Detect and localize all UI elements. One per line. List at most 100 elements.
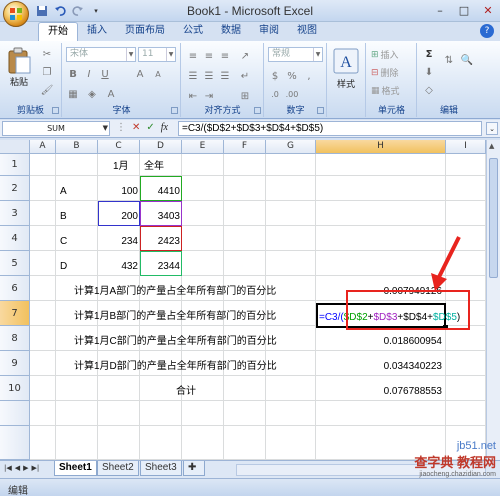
row-header-6[interactable]: 6	[0, 276, 30, 301]
fill-icon[interactable]: ⬇	[422, 65, 436, 79]
cancel-formula-icon[interactable]: ✕	[132, 122, 140, 133]
increase-indent-icon[interactable]: ⇥	[202, 89, 216, 103]
copy-icon[interactable]: ❐	[40, 65, 54, 79]
enter-formula-icon[interactable]: ✓	[146, 122, 154, 133]
decrease-font-icon[interactable]: A	[151, 67, 165, 81]
align-middle-icon[interactable]: ≡	[202, 49, 216, 63]
next-sheet-icon[interactable]: ▶	[23, 464, 28, 472]
decrease-indent-icon[interactable]: ⇤	[186, 89, 200, 103]
cell-b2[interactable]: A	[60, 186, 67, 198]
delete-cells-button[interactable]: ⊟ 删除	[371, 66, 399, 80]
cell-d5[interactable]: 2344	[142, 261, 180, 273]
cell-d10[interactable]: 合计	[176, 386, 196, 398]
styles-button[interactable]: A 样式	[332, 47, 360, 90]
format-cells-button[interactable]: ▦ 格式	[371, 84, 400, 98]
row-header-7[interactable]: 7	[0, 301, 30, 326]
autosum-button[interactable]: Σ	[422, 47, 436, 61]
insert-cells-button[interactable]: ⊞ 插入	[371, 48, 399, 62]
sort-filter-icon[interactable]: ⇅	[442, 53, 456, 67]
last-sheet-icon[interactable]: ▶|	[32, 464, 40, 472]
percent-icon[interactable]: %	[285, 69, 299, 83]
first-sheet-icon[interactable]: |◀	[4, 464, 12, 472]
currency-icon[interactable]: $	[268, 69, 282, 83]
row-header-5[interactable]: 5	[0, 251, 30, 276]
row-header-9[interactable]: 9	[0, 351, 30, 376]
font-launcher-icon[interactable]	[171, 107, 178, 114]
wrap-text-icon[interactable]: ↵	[238, 69, 252, 83]
row-header-1[interactable]: 1	[0, 154, 30, 176]
row-header-2[interactable]: 2	[0, 176, 30, 201]
tab-view[interactable]: 视图	[288, 22, 326, 41]
insert-function-icon[interactable]: fx	[161, 122, 168, 133]
number-launcher-icon[interactable]	[317, 107, 324, 114]
cell-c6[interactable]: 计算1月A部门的产量占全年所有部门的百分比	[74, 286, 276, 298]
row-header-4[interactable]: 4	[0, 226, 30, 251]
column-header-d[interactable]: D	[140, 140, 182, 154]
cell-b5[interactable]: D	[60, 261, 67, 273]
tab-insert[interactable]: 插入	[78, 22, 116, 41]
cell-c9[interactable]: 计算1月D部门的产量占全年所有部门的百分比	[74, 361, 277, 373]
column-header-c[interactable]: C	[98, 140, 140, 154]
sheet-tab-sheet2[interactable]: Sheet2	[97, 461, 139, 476]
column-header-a[interactable]: A	[30, 140, 56, 154]
insert-sheet-icon[interactable]: ✚	[183, 461, 205, 476]
cell-d2[interactable]: 4410	[142, 186, 180, 198]
scroll-up-icon[interactable]: ▲	[489, 142, 494, 150]
cell-b4[interactable]: C	[60, 236, 67, 248]
underline-button[interactable]: U	[98, 67, 112, 81]
cell-c8[interactable]: 计算1月C部门的产量占全年所有部门的百分比	[74, 336, 277, 348]
close-button[interactable]: ✕	[476, 0, 500, 20]
sheet-tab-sheet3[interactable]: Sheet3	[140, 461, 182, 476]
format-painter-icon[interactable]: 🖌	[40, 83, 54, 97]
cell-c1[interactable]: 1月	[113, 161, 129, 173]
row-header-3[interactable]: 3	[0, 201, 30, 226]
clear-icon[interactable]: ◇	[422, 83, 436, 97]
tab-data[interactable]: 数据	[212, 22, 250, 41]
maximize-button[interactable]: □	[452, 0, 476, 20]
minimize-button[interactable]: –	[428, 0, 452, 20]
column-header-h[interactable]: H	[316, 140, 446, 154]
alignment-launcher-icon[interactable]	[254, 107, 261, 114]
align-right-icon[interactable]: ☰	[218, 69, 232, 83]
cell-c7[interactable]: 计算1月B部门的产量占全年所有部门的百分比	[74, 311, 276, 323]
tab-home[interactable]: 开始	[38, 22, 78, 41]
name-box[interactable]: SUM ▼	[2, 121, 110, 136]
borders-icon[interactable]: ▦	[66, 87, 80, 101]
find-select-icon[interactable]: 🔍	[460, 53, 474, 67]
align-left-icon[interactable]: ☰	[186, 69, 200, 83]
cell-d1[interactable]: 全年	[144, 161, 164, 173]
cell-h8[interactable]: 0.018600954	[340, 336, 442, 348]
orientation-icon[interactable]: ↗	[238, 49, 252, 63]
cell-c5[interactable]: 432	[100, 261, 138, 273]
column-header-b[interactable]: B	[56, 140, 98, 154]
align-bottom-icon[interactable]: ≡	[218, 49, 232, 63]
worksheet-grid[interactable]: ABCDEFGHI 1 2 3 4 5 6 7 8 9 10 1月 全年 A 100 4410 B…	[0, 140, 486, 460]
number-format-select[interactable]: 常规 ▼	[268, 47, 323, 62]
font-family-select[interactable]: 宋体 ▼	[66, 47, 136, 62]
select-all-corner[interactable]	[0, 140, 30, 154]
column-header-g[interactable]: G	[266, 140, 316, 154]
paste-button[interactable]: 粘贴	[6, 47, 32, 88]
cell-h10[interactable]: 0.076788553	[340, 386, 442, 398]
merge-center-icon[interactable]: ⊞	[238, 89, 252, 103]
comma-icon[interactable]: ,	[302, 69, 316, 83]
cell-c3[interactable]: 200	[100, 211, 138, 223]
formula-input[interactable]: =C3/($D$2+$D$3+$D$4+$D$5)	[178, 121, 482, 136]
row-header-blank[interactable]	[0, 426, 30, 460]
increase-decimal-icon[interactable]: .0	[268, 87, 282, 101]
align-top-icon[interactable]: ≡	[186, 49, 200, 63]
font-color-icon[interactable]: A	[104, 87, 118, 101]
decrease-decimal-icon[interactable]: .00	[285, 87, 299, 101]
cell-c4[interactable]: 234	[100, 236, 138, 248]
office-button[interactable]	[3, 1, 29, 27]
row-header-10[interactable]: 10	[0, 376, 30, 401]
sheet-tab-sheet1[interactable]: Sheet1	[54, 461, 97, 476]
cell-h9[interactable]: 0.034340223	[340, 361, 442, 373]
font-size-select[interactable]: 11 ▼	[138, 47, 176, 62]
increase-font-icon[interactable]: A	[133, 67, 147, 81]
italic-button[interactable]: I	[82, 67, 96, 81]
align-center-icon[interactable]: ☰	[202, 69, 216, 83]
prev-sheet-icon[interactable]: ◀	[15, 464, 20, 472]
fill-color-icon[interactable]: ◈	[85, 87, 99, 101]
bold-button[interactable]: B	[66, 67, 80, 81]
